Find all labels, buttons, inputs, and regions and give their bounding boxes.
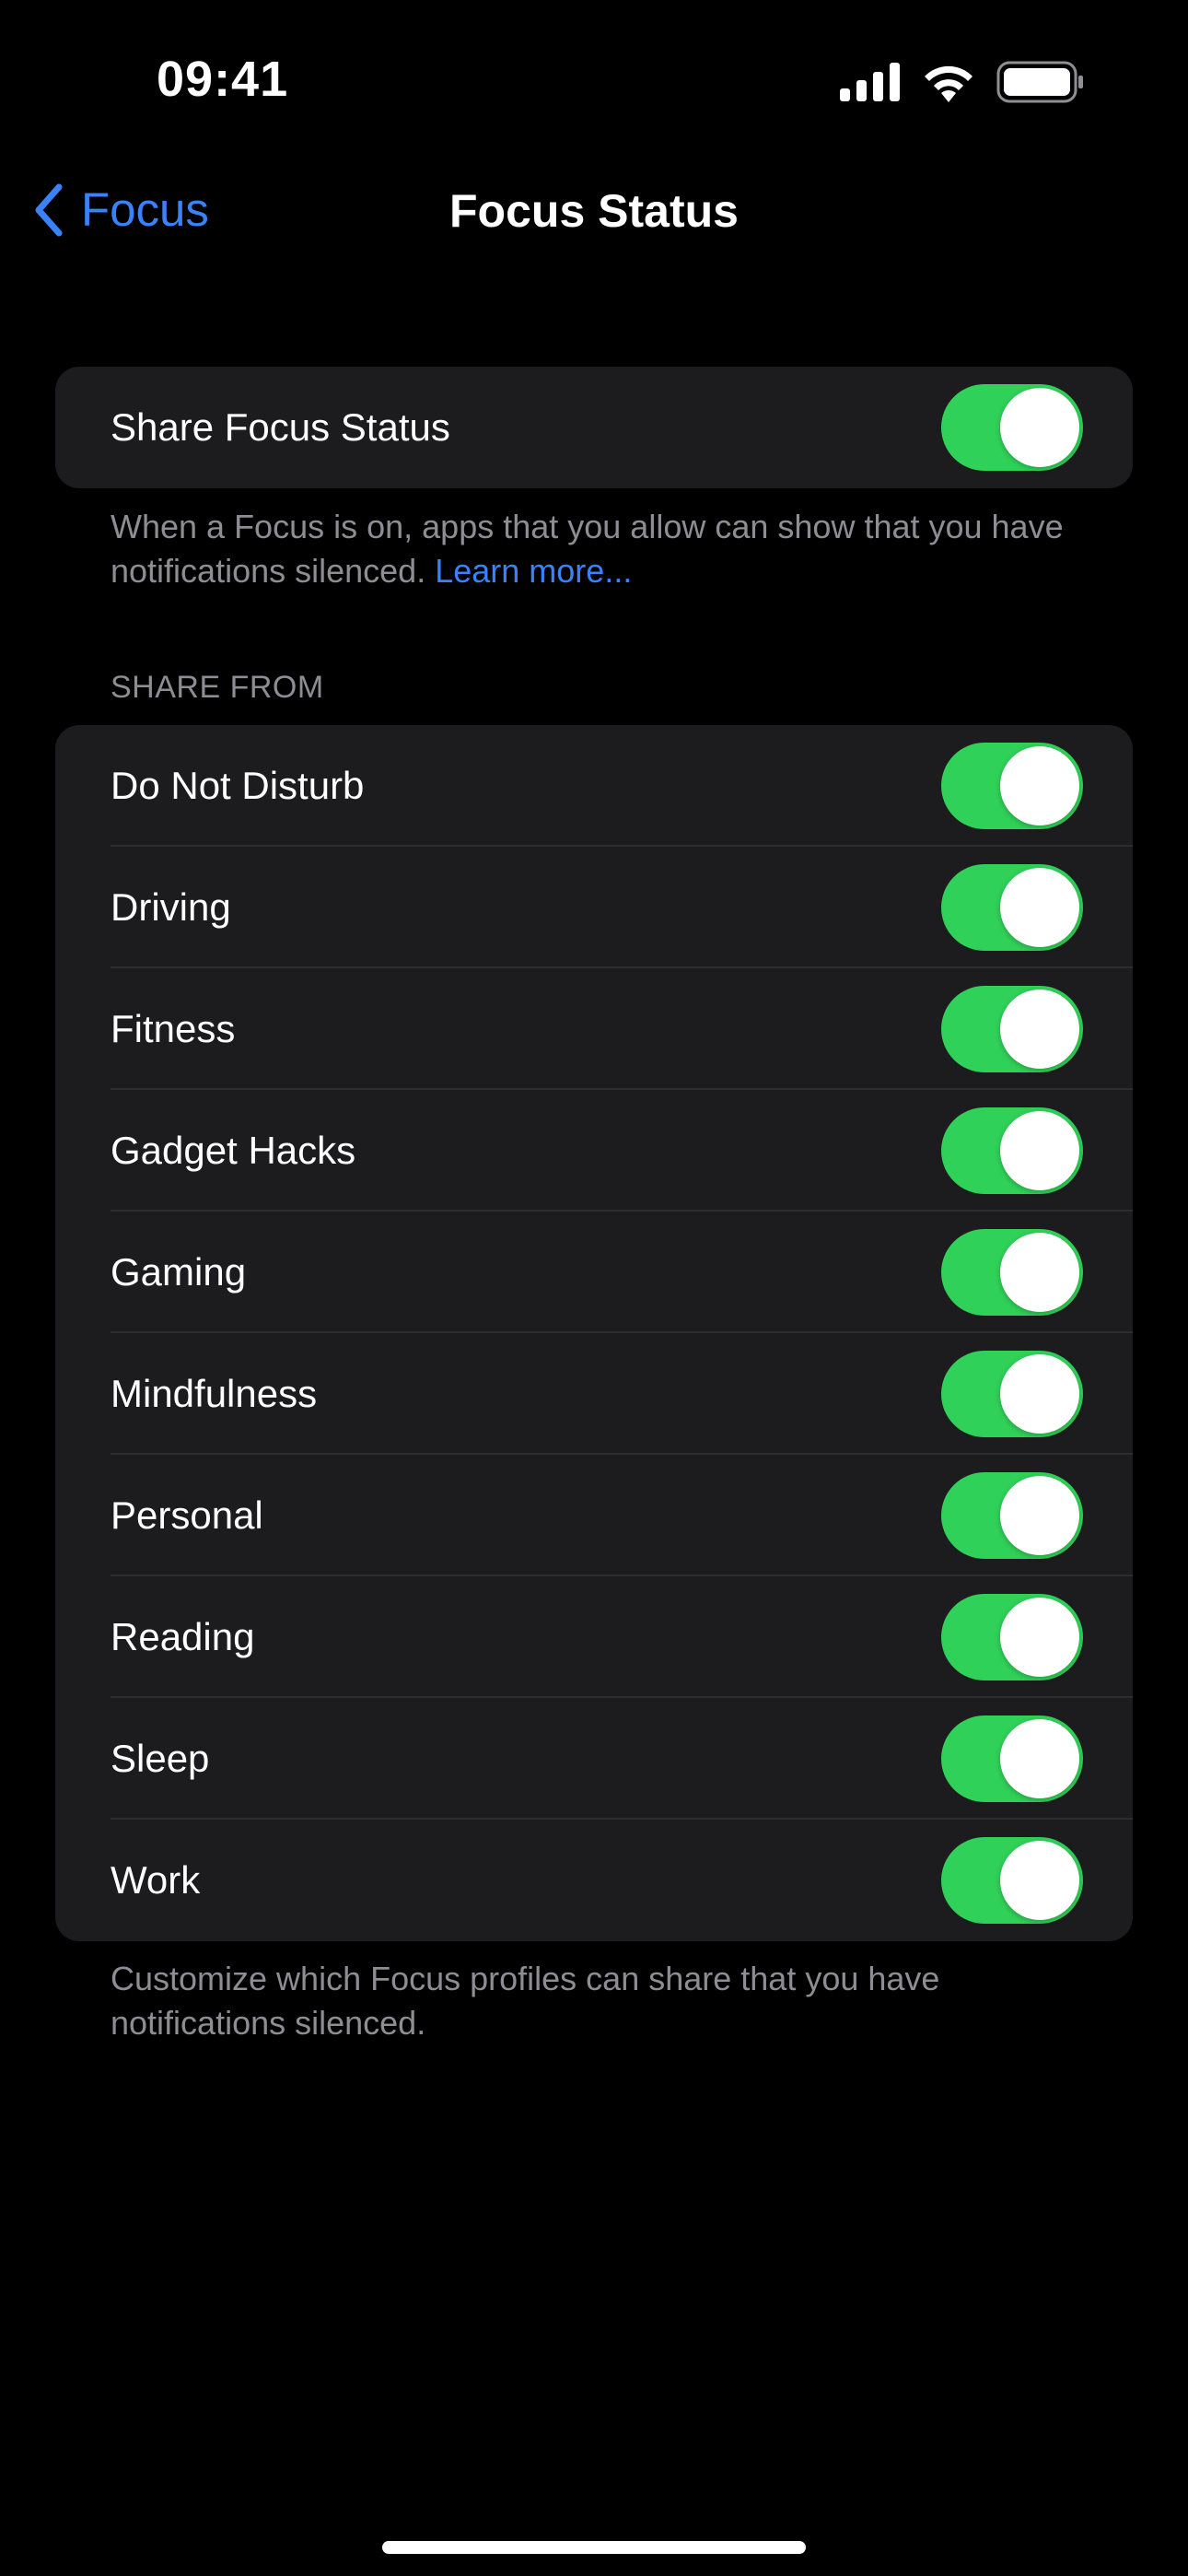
toggle-knob bbox=[1000, 1841, 1079, 1920]
status-time: 09:41 bbox=[157, 52, 289, 107]
focus-toggle[interactable] bbox=[941, 1837, 1083, 1924]
focus-toggle[interactable] bbox=[941, 1715, 1083, 1802]
toggle-knob bbox=[1000, 388, 1079, 467]
focus-row-gadget-hacks: Gadget Hacks bbox=[55, 1090, 1133, 1212]
focus-row-gaming: Gaming bbox=[55, 1212, 1133, 1333]
status-bar: 09:41 bbox=[0, 0, 1188, 157]
focus-row-label: Driving bbox=[111, 885, 231, 929]
focus-row-label: Gaming bbox=[111, 1250, 247, 1294]
wifi-icon bbox=[925, 65, 973, 102]
navigation-bar: Focus Focus Status bbox=[0, 166, 1188, 258]
focus-row-label: Do Not Disturb bbox=[111, 764, 365, 807]
share-from-header: SHARE FROM bbox=[111, 670, 324, 705]
focus-toggle[interactable] bbox=[941, 1229, 1083, 1316]
toggle-knob bbox=[1000, 1233, 1079, 1312]
toggle-knob bbox=[1000, 1598, 1079, 1677]
share-focus-card: Share Focus Status bbox=[55, 367, 1133, 488]
focus-toggle[interactable] bbox=[941, 1594, 1083, 1680]
focus-row-personal: Personal bbox=[55, 1455, 1133, 1576]
share-from-footer: Customize which Focus profiles can share… bbox=[111, 1960, 940, 2042]
focus-row-work: Work bbox=[55, 1820, 1133, 1941]
share-focus-note: When a Focus is on, apps that you allow … bbox=[111, 505, 1087, 593]
focus-toggle[interactable] bbox=[941, 864, 1083, 951]
focus-row-driving: Driving bbox=[55, 847, 1133, 968]
focus-row-label: Personal bbox=[111, 1493, 263, 1537]
toggle-knob bbox=[1000, 746, 1079, 825]
home-indicator[interactable] bbox=[382, 2541, 806, 2554]
toggle-knob bbox=[1000, 989, 1079, 1069]
focus-toggle[interactable] bbox=[941, 986, 1083, 1072]
focus-row-fitness: Fitness bbox=[55, 968, 1133, 1090]
learn-more-link[interactable]: Learn more... bbox=[435, 552, 632, 590]
share-focus-status-label: Share Focus Status bbox=[111, 405, 450, 449]
toggle-knob bbox=[1000, 1476, 1079, 1555]
toggle-knob bbox=[1000, 1719, 1079, 1798]
focus-toggle[interactable] bbox=[941, 1107, 1083, 1194]
battery-icon bbox=[996, 61, 1083, 103]
focus-row-label: Fitness bbox=[111, 1007, 236, 1050]
focus-row-do-not-disturb: Do Not Disturb bbox=[55, 725, 1133, 847]
cellular-signal-icon bbox=[840, 63, 900, 101]
focus-toggle[interactable] bbox=[941, 743, 1083, 829]
toggle-knob bbox=[1000, 1354, 1079, 1434]
page-title: Focus Status bbox=[449, 185, 739, 237]
share-from-card: Do Not Disturb Driving Fitness Gadget Hacks… bbox=[55, 725, 1133, 1941]
focus-row-mindfulness: Mindfulness bbox=[55, 1333, 1133, 1455]
focus-row-label: Work bbox=[111, 1858, 201, 1902]
toggle-knob bbox=[1000, 868, 1079, 947]
toggle-knob bbox=[1000, 1111, 1079, 1190]
focus-row-label: Gadget Hacks bbox=[111, 1129, 356, 1172]
share-focus-status-toggle[interactable] bbox=[941, 384, 1083, 471]
status-icons bbox=[840, 61, 1085, 103]
share-focus-status-row: Share Focus Status bbox=[55, 367, 1133, 488]
focus-toggle[interactable] bbox=[941, 1351, 1083, 1437]
focus-row-label: Sleep bbox=[111, 1737, 210, 1780]
focus-row-reading: Reading bbox=[55, 1576, 1133, 1698]
focus-toggle[interactable] bbox=[941, 1472, 1083, 1559]
focus-row-label: Reading bbox=[111, 1615, 255, 1658]
focus-row-sleep: Sleep bbox=[55, 1698, 1133, 1820]
focus-row-label: Mindfulness bbox=[111, 1372, 318, 1415]
